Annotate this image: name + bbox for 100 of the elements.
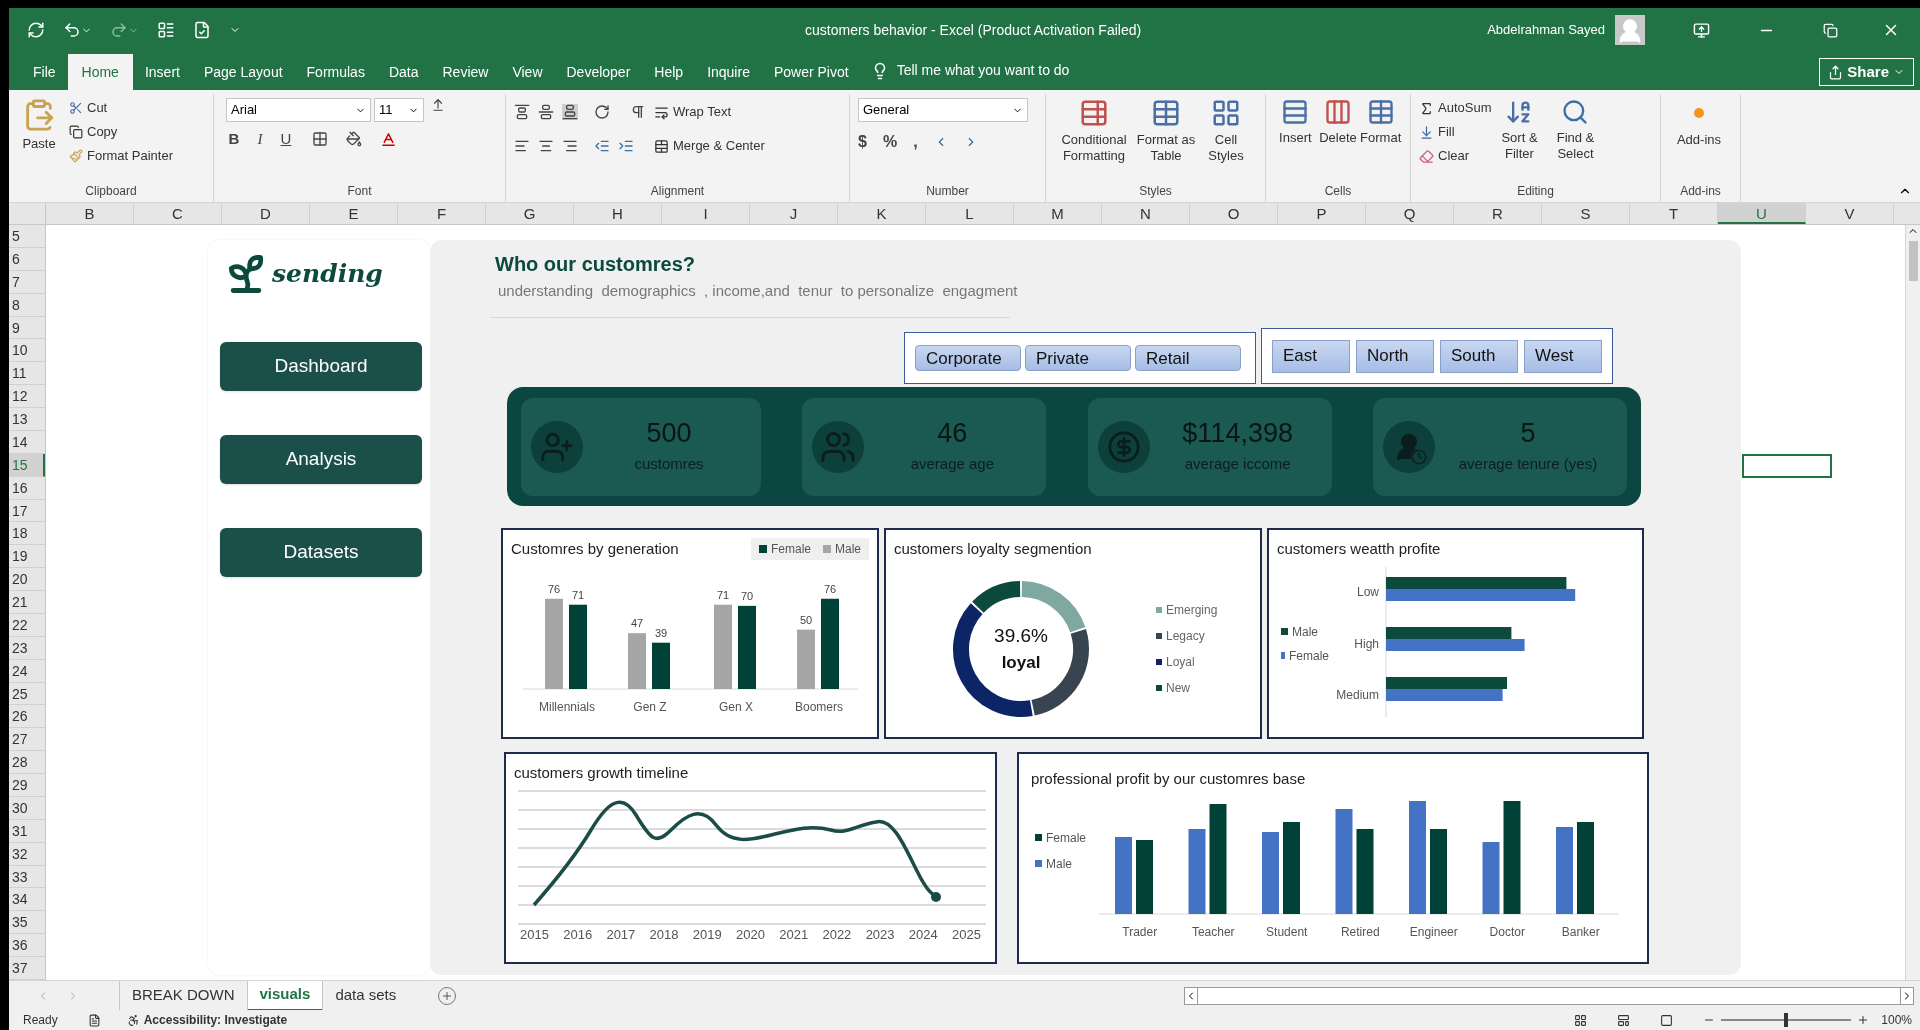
column-header[interactable]: P [1278,203,1366,224]
row-header[interactable]: 33 [9,865,45,889]
row-header[interactable]: 32 [9,842,45,866]
column-header[interactable]: N [1102,203,1190,224]
column-header[interactable]: R [1454,203,1542,224]
row-header[interactable]: 21 [9,591,45,614]
cells-button[interactable]: Format [1359,94,1402,182]
number-format-button[interactable]: $ [858,130,867,154]
column-header[interactable]: U [1718,203,1806,224]
column-header[interactable]: D [222,203,310,224]
font-color-icon[interactable] [380,130,397,148]
row-header[interactable]: 37 [9,957,45,980]
column-header[interactable]: J [750,203,838,224]
row-header[interactable]: 7 [9,270,45,294]
column-header[interactable]: B [46,203,134,224]
accessibility-icon[interactable] [126,1013,140,1027]
undo-icon[interactable] [63,21,92,39]
macro-icon[interactable] [87,1013,101,1027]
ribbon-tab[interactable]: Page Layout [191,54,295,90]
row-header[interactable]: 27 [9,728,45,752]
increase-indent-icon[interactable] [618,138,634,154]
styles-button[interactable]: Conditional Formatting [1054,94,1134,182]
row-header[interactable]: 35 [9,911,45,935]
row-header[interactable]: 10 [9,339,45,363]
row-header[interactable]: 15 [9,453,45,477]
paste-button[interactable]: Paste [17,94,61,182]
row-header[interactable]: 28 [9,751,45,774]
row-header[interactable]: 5 [9,225,45,248]
row-header[interactable]: 9 [9,316,45,340]
column-header[interactable]: O [1190,203,1278,224]
ribbon-display-icon[interactable] [1693,21,1710,39]
scroll-right-icon[interactable] [1900,986,1914,1005]
row-header[interactable]: 11 [9,362,45,386]
row-header[interactable]: 34 [9,888,45,912]
ribbon-tab[interactable]: Review [430,54,501,90]
column-header[interactable]: C [134,203,222,224]
tell-me-field[interactable]: Tell me what you want to do [896,60,1070,81]
clear-button[interactable]: Clear [1419,144,1492,168]
accessibility-status[interactable]: Accessibility: Investigate [143,1011,288,1029]
styles-button[interactable]: Cell Styles [1198,94,1254,182]
row-header[interactable]: 36 [9,934,45,957]
orientation-icon[interactable] [594,104,610,120]
column-header[interactable]: M [1014,203,1102,224]
row-header[interactable]: 24 [9,659,45,683]
slicer-button[interactable]: Retail [1135,345,1241,371]
font-size-field[interactable]: 11 [374,98,424,122]
autosave-icon[interactable] [27,21,45,39]
slicer-button[interactable]: Corporate [915,345,1021,371]
row-header[interactable]: 14 [9,430,45,454]
add-ins-button[interactable]: Add-ins [1669,94,1729,182]
number-format-button[interactable]: % [882,130,898,154]
nav-button[interactable]: Analysis [220,435,422,484]
column-header[interactable]: E [310,203,398,224]
number-format-button[interactable]: , [913,130,918,154]
ribbon-tab[interactable]: Help [642,54,696,90]
column-header[interactable]: V [1806,203,1894,224]
fill-color-icon[interactable] [346,131,362,148]
column-header[interactable]: H [574,203,662,224]
align-middle-icon[interactable] [538,104,554,120]
fill-button[interactable]: Fill [1419,120,1492,144]
font-style-button[interactable]: B [226,128,242,151]
ribbon-tab[interactable]: File [21,54,68,90]
ribbon-tab[interactable]: View [500,54,555,90]
zoom-in-icon[interactable] [1857,1014,1870,1026]
align-left-icon[interactable] [514,138,530,154]
cells-button[interactable]: Delete [1316,94,1360,182]
zoom-level[interactable]: 100% [1881,1011,1912,1029]
number-format-field[interactable]: General [858,98,1028,122]
row-header[interactable]: 6 [9,247,45,271]
row-header[interactable]: 16 [9,476,45,500]
cut-button[interactable]: Cut [69,96,173,120]
form-icon[interactable] [157,21,175,39]
decrease-indent-icon[interactable] [594,138,610,154]
scroll-left-icon[interactable] [1184,986,1198,1005]
font-family-field[interactable]: Arial [226,98,371,122]
sort-filter-button[interactable]: Sort & Filter [1491,94,1548,182]
find-select-button[interactable]: Find & Select [1547,94,1604,182]
column-header[interactable]: G [486,203,574,224]
selected-cell[interactable] [1742,453,1832,478]
merge-center-button[interactable]: Merge & Center [654,134,765,158]
nav-button[interactable]: Dashboard [220,342,422,391]
restore-icon[interactable] [1823,22,1838,38]
format-painter-button[interactable]: Format Painter [69,144,173,168]
column-header[interactable]: S [1542,203,1630,224]
row-header[interactable]: 23 [9,636,45,660]
slicer-button[interactable]: Private [1025,345,1131,371]
ribbon-tab[interactable]: Inquire [695,54,762,90]
page-layout-icon[interactable] [1617,1013,1631,1027]
page-break-icon[interactable] [1660,1013,1674,1027]
row-header[interactable]: 12 [9,385,45,408]
row-header[interactable]: 26 [9,705,45,729]
ribbon-tab[interactable]: Home [67,54,133,90]
row-header[interactable]: 20 [9,568,45,591]
autosum-button[interactable]: AutoSum [1419,96,1492,120]
nav-button[interactable]: Datasets [220,528,422,577]
row-header[interactable]: 13 [9,408,45,431]
ribbon-tab[interactable]: Developer [554,54,643,90]
zoom-thumb[interactable] [1784,1013,1789,1027]
font-style-button[interactable]: U [278,128,294,151]
column-header[interactable]: L [926,203,1014,224]
